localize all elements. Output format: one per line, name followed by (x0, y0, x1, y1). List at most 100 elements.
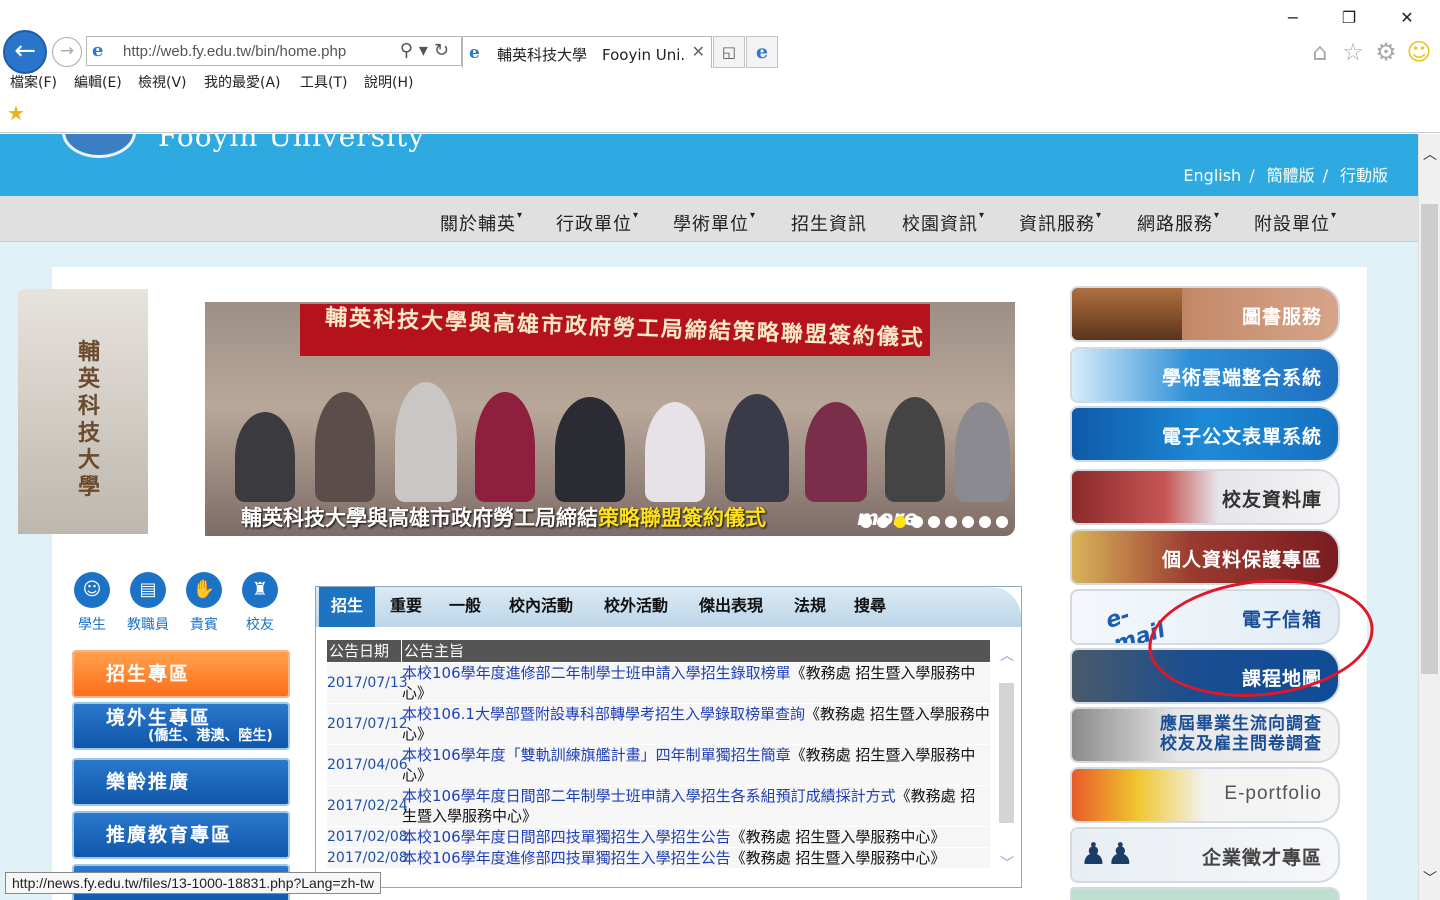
news-title-link[interactable]: 本校106.1大學部暨附設專科部轉學考招生入學錄取榜單查詢《教務處 招生暨入學服… (402, 704, 990, 744)
nav-campus[interactable]: 校園資訊▾ (902, 210, 985, 236)
audience-guest[interactable]: ✋ 貴賓 (174, 572, 234, 634)
slide-dot[interactable] (911, 516, 923, 528)
news-tab-campus-events[interactable]: 校內活動 (509, 587, 573, 627)
news-title-link[interactable]: 本校106學年度進修部二年制學士班申請入學招生錄取榜單《教務處 招生暨入學服務中… (402, 663, 990, 703)
nav-academic[interactable]: 學術單位▾ (673, 210, 756, 236)
news-tab-search[interactable]: 搜尋 (854, 587, 886, 627)
smiley-feedback-icon[interactable]: ☺ (1405, 38, 1433, 66)
service-e-document[interactable]: 電子公文表單系統 (1070, 406, 1340, 462)
news-title-link[interactable]: 本校106學年度日間部二年制學士班申請入學招生各系組預訂成績採計方式《教務處 招… (402, 786, 990, 826)
minimize-icon[interactable]: − (1270, 6, 1316, 30)
site-logo-text[interactable]: Fooyin University (158, 134, 425, 153)
promo-overseas-students[interactable]: 境外生專區 (僑生、港澳、陸生) (72, 702, 290, 750)
news-tab-admission[interactable]: 招生 (319, 587, 376, 627)
menu-tools[interactable]: 工具(T) (300, 72, 347, 92)
news-tab-regulations[interactable]: 法規 (794, 587, 826, 627)
home-icon[interactable]: ⌂ (1306, 38, 1334, 66)
scroll-down-icon[interactable]: ﹀ (999, 853, 1015, 873)
tab-title: 輔英科技大學 Fooyin Uni... (497, 46, 687, 64)
forward-arrow-icon[interactable]: → (52, 37, 82, 67)
gear-icon[interactable]: ⚙ (1372, 38, 1400, 66)
slide-dot[interactable] (979, 516, 991, 528)
menu-view[interactable]: 檢視(V) (138, 72, 187, 92)
news-row[interactable]: 2017/04/06 本校106學年度「雙軌訓練旗艦計畫」四年制單獨招生簡章《教… (327, 745, 990, 785)
news-title-link[interactable]: 本校106學年度「雙軌訓練旗艦計畫」四年制單獨招生簡章《教務處 招生暨入學服務中… (402, 745, 990, 785)
service-e-portfolio[interactable]: E-portfolio (1070, 767, 1340, 823)
service-privacy-protection[interactable]: 個人資料保護專區 (1070, 529, 1340, 585)
slide-dot[interactable] (945, 516, 957, 528)
service-library[interactable]: 圖書服務 (1070, 286, 1340, 342)
menu-edit[interactable]: 編輯(E) (74, 72, 122, 92)
add-favorite-star-icon[interactable]: ★ (7, 101, 25, 125)
lang-mobile-link[interactable]: 行動版 (1340, 166, 1388, 185)
news-tab-general[interactable]: 一般 (449, 587, 481, 627)
university-seal-logo[interactable] (62, 134, 136, 158)
nav-affiliated[interactable]: 附設單位▾ (1254, 210, 1337, 236)
news-row[interactable]: 2017/02/08 本校106學年度日間部四技單獨招生入學招生公告《教務處 招… (327, 827, 990, 847)
slide-dot-active[interactable] (894, 516, 906, 528)
menu-file[interactable]: 檔案(F) (10, 72, 57, 92)
promo-admission-zone[interactable]: 招生專區 (72, 650, 290, 698)
new-tab-icon[interactable]: ◱ (713, 36, 745, 68)
news-tab-important[interactable]: 重要 (390, 587, 422, 627)
nav-admin[interactable]: 行政單位▾ (556, 210, 639, 236)
nav-admission[interactable]: 招生資訊 (791, 210, 867, 236)
nav-label: 附設單位 (1254, 214, 1330, 235)
slide-dot[interactable] (962, 516, 974, 528)
nav-web-service[interactable]: 網路服務▾ (1137, 210, 1220, 236)
close-icon[interactable]: ✕ (1384, 6, 1430, 30)
menu-favorites[interactable]: 我的最愛(A) (204, 72, 281, 92)
banner-photo[interactable]: 輔英科技大學與高雄市政府勞工局締結策略聯盟簽約儀式 輔英科技大學與高雄市政府勞工… (205, 302, 1015, 536)
audience-alumni[interactable]: ♜ 校友 (230, 572, 290, 634)
news-scrollbar[interactable]: ︿ ﹀ (998, 645, 1016, 875)
lang-simplified-link[interactable]: 簡體版 (1267, 166, 1315, 185)
address-url[interactable]: http://web.fy.edu.tw/bin/home.php (123, 43, 346, 60)
promo-extension-education[interactable]: 推廣教育專區 (72, 811, 290, 859)
address-bar[interactable]: e http://web.fy.edu.tw/bin/home.php ⚲▾↻ (86, 36, 462, 66)
news-scroll-thumb[interactable] (999, 683, 1014, 823)
audience-label: 學生 (78, 617, 106, 633)
news-title-link[interactable]: 本校106學年度日間部四技單獨招生入學招生公告《教務處 招生暨入學服務中心》 (402, 827, 945, 847)
scroll-up-icon[interactable]: ︿ (999, 645, 1015, 665)
browser-tab[interactable]: e 輔英科技大學 Fooyin Uni... ✕ (462, 36, 712, 68)
service-graduate-survey[interactable]: 應屆畢業生流向調查 校友及雇主問卷調查 (1070, 707, 1340, 763)
service-job-recruitment[interactable]: ♟♟ 企業徵才專區 (1070, 827, 1340, 883)
news-row[interactable]: 2017/02/24 本校106學年度日間部二年制學士班申請入學招生各系組預訂成… (327, 786, 990, 826)
news-row[interactable]: 2017/07/12 本校106.1大學部暨附設專科部轉學考招生入學錄取榜單查詢… (327, 704, 990, 744)
favorites-star-icon[interactable]: ☆ (1339, 38, 1367, 66)
scroll-down-icon[interactable]: ﹀ (1419, 868, 1440, 888)
lang-english-link[interactable]: English (1183, 166, 1241, 185)
news-row[interactable]: 2017/07/13 本校106學年度進修部二年制學士班申請入學招生錄取榜單《教… (327, 663, 990, 703)
service-partial[interactable] (1070, 887, 1340, 900)
main-nav: 關於輔英▾ 行政單位▾ 學術單位▾ 招生資訊 校園資訊▾ 資訊服務▾ 網路服務▾… (0, 196, 1418, 242)
scroll-up-icon[interactable]: ︿ (1419, 144, 1440, 164)
slide-dot[interactable] (860, 516, 872, 528)
search-refresh-icons[interactable]: ⚲▾↻ (400, 40, 455, 61)
nav-info-service[interactable]: 資訊服務▾ (1019, 210, 1102, 236)
slide-dot[interactable] (996, 516, 1008, 528)
slide-dot[interactable] (877, 516, 889, 528)
audience-student[interactable]: ☺ 學生 (62, 572, 122, 634)
maximize-icon[interactable]: ❐ (1326, 6, 1372, 30)
nav-about[interactable]: 關於輔英▾ (440, 210, 523, 236)
service-alumni-database[interactable]: 校友資料庫 (1070, 469, 1340, 525)
news-title-link[interactable]: 本校106學年度進修部四技單獨招生入學招生公告《教務處 招生暨入學服務中心》 (402, 848, 945, 868)
slide-dot[interactable] (928, 516, 940, 528)
tab-close-icon[interactable]: ✕ (692, 42, 705, 61)
page-scrollbar[interactable]: ︿ ﹀ (1418, 134, 1440, 900)
status-bar-url: http://news.fy.edu.tw/files/13-1000-1883… (5, 872, 382, 894)
news-tab-external-events[interactable]: 校外活動 (604, 587, 668, 627)
ie-icon: e (469, 43, 480, 63)
banner-person (315, 392, 375, 502)
audience-staff[interactable]: ▤ 教職員 (118, 572, 178, 634)
ie-tab-icon[interactable]: e (746, 36, 778, 68)
back-arrow-icon[interactable]: ← (3, 30, 47, 74)
menu-help[interactable]: 說明(H) (364, 72, 413, 92)
news-org: 《教務處 招生暨入學服務中心》 (730, 849, 946, 867)
service-academic-cloud[interactable]: 學術雲端整合系統 (1070, 347, 1340, 403)
page-scroll-thumb[interactable] (1421, 204, 1438, 674)
promo-senior-learning[interactable]: 樂齡推廣 (72, 758, 290, 806)
news-tab-achievements[interactable]: 傑出表現 (699, 587, 763, 627)
news-row[interactable]: 2017/02/08 本校106學年度進修部四技單獨招生入學招生公告《教務處 招… (327, 848, 990, 868)
nav-label: 校園資訊 (902, 214, 978, 235)
